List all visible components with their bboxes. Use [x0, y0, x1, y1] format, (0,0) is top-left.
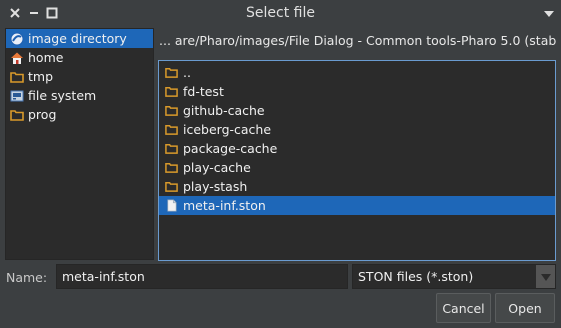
folder-icon	[165, 85, 178, 98]
file-type-value: STON files (*.ston)	[358, 269, 474, 284]
list-item[interactable]: play-stash	[159, 177, 555, 196]
file-name-input[interactable]	[56, 264, 348, 289]
sidebar-item-tmp[interactable]: tmp	[6, 67, 153, 86]
list-item[interactable]: fd-test	[159, 82, 555, 101]
file-icon	[165, 199, 178, 212]
pharo-logo-icon	[10, 32, 24, 46]
list-item-label: fd-test	[183, 84, 224, 99]
sidebar-item-prog[interactable]: prog	[6, 105, 153, 124]
home-icon	[10, 51, 24, 65]
open-button[interactable]: Open	[495, 293, 555, 323]
folder-icon	[165, 161, 178, 174]
file-list[interactable]: .. fd-test github-cache iceberg-cache pa…	[158, 60, 556, 261]
places-sidebar: image directory home tmp file system pro…	[5, 28, 154, 260]
sidebar-item-label: prog	[28, 107, 57, 122]
list-item[interactable]: ..	[159, 63, 555, 82]
list-item[interactable]: iceberg-cache	[159, 120, 555, 139]
folder-icon	[165, 104, 178, 117]
title-bar: Select file	[0, 0, 561, 28]
sidebar-item-label: file system	[28, 88, 97, 103]
sidebar-item-label: image directory	[28, 31, 127, 46]
window-title: Select file	[246, 5, 315, 21]
drive-icon	[10, 89, 24, 103]
folder-icon	[10, 108, 24, 122]
list-item-label: meta-inf.ston	[183, 198, 266, 213]
folder-icon	[165, 180, 178, 193]
folder-icon	[165, 142, 178, 155]
sidebar-item-label: home	[28, 50, 64, 65]
cancel-button[interactable]: Cancel	[436, 293, 491, 323]
list-item[interactable]: play-cache	[159, 158, 555, 177]
chevron-down-icon[interactable]	[543, 8, 555, 18]
file-type-select[interactable]: STON files (*.ston)	[352, 264, 556, 289]
list-item-label: ..	[183, 65, 191, 80]
list-item[interactable]: package-cache	[159, 139, 555, 158]
sidebar-item-file-system[interactable]: file system	[6, 86, 153, 105]
list-item-label: play-stash	[183, 179, 248, 194]
current-path: ... are/Pharo/images/File Dialog - Commo…	[159, 33, 557, 48]
chevron-down-icon[interactable]	[535, 265, 555, 288]
list-item[interactable]: github-cache	[159, 101, 555, 120]
list-item-label: package-cache	[183, 141, 278, 156]
sidebar-item-label: tmp	[28, 69, 54, 84]
sidebar-item-home[interactable]: home	[6, 48, 153, 67]
list-item-label: github-cache	[183, 103, 265, 118]
sidebar-item-image-directory[interactable]: image directory	[6, 29, 153, 48]
name-label: Name:	[6, 270, 48, 285]
folder-icon	[165, 123, 178, 136]
folder-icon	[165, 66, 178, 79]
folder-icon	[10, 70, 24, 84]
list-item[interactable]: meta-inf.ston	[159, 196, 555, 215]
list-item-label: play-cache	[183, 160, 251, 175]
list-item-label: iceberg-cache	[183, 122, 272, 137]
